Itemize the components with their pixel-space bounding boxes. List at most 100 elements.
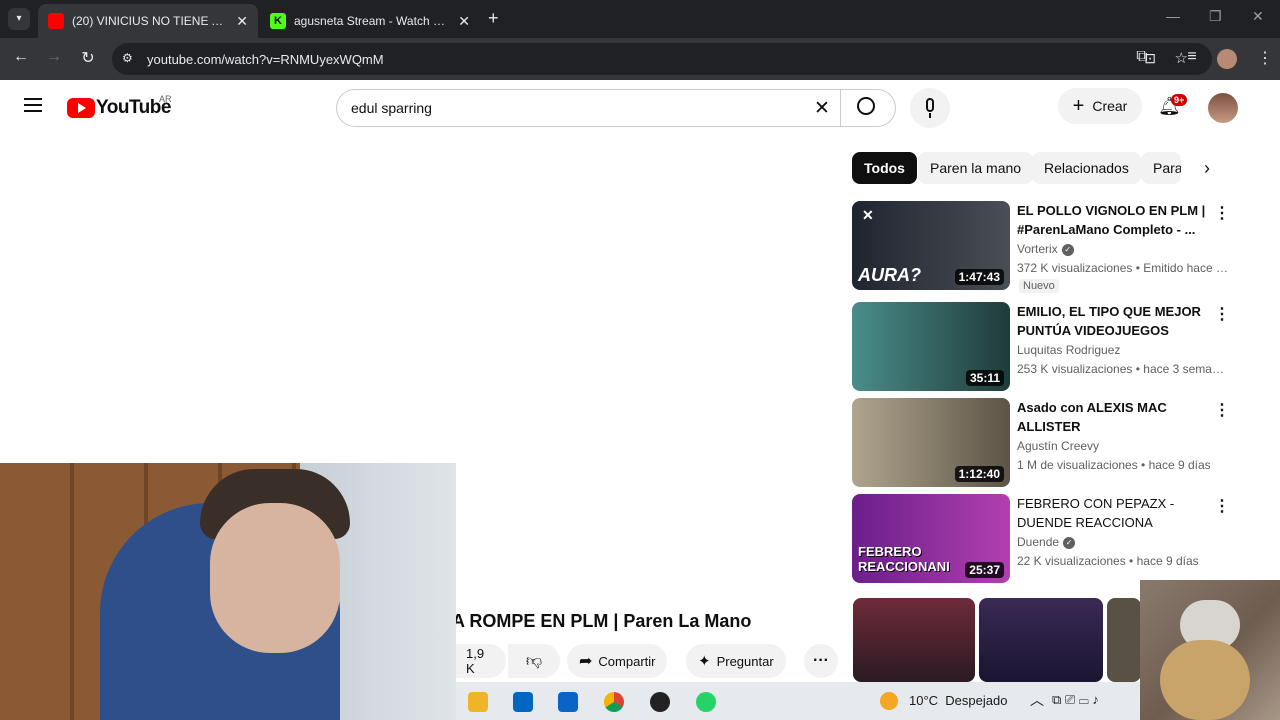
tray-icons[interactable]: ⧉ ⎚ ▭ ♪ (1052, 692, 1099, 708)
chip-paren-la-mano[interactable]: Paren la mano (918, 152, 1034, 184)
clear-search-icon[interactable]: ✕ (814, 97, 830, 120)
verified-icon: ✓ (1061, 243, 1074, 256)
video-stats: 372 K visualizaciones • Emitido hace 6 d… (1017, 261, 1229, 275)
profile-avatar[interactable] (1217, 49, 1237, 69)
youtube-favicon-icon (48, 13, 64, 29)
video-duration: 1:47:43 (954, 269, 1004, 285)
search-divider (840, 90, 841, 126)
short-thumbnail[interactable] (1107, 598, 1141, 682)
cheetah-cam-overlay (1140, 580, 1280, 720)
share-label: Compartir (598, 653, 656, 669)
media-control-icon[interactable]: ≡ (1181, 48, 1203, 66)
moon-weather-icon (880, 692, 898, 710)
verified-icon: ✓ (1063, 536, 1076, 549)
obs-icon[interactable] (650, 692, 670, 712)
video-stats: 1 M de visualizaciones • hace 9 días (1017, 458, 1211, 472)
related-video[interactable]: 1:12:40 Asado con ALEXIS MAC ALLISTER Ag… (852, 398, 1232, 488)
minimize-icon[interactable]: — (1166, 8, 1180, 24)
thumbs-down-icon: 👎︎ (525, 652, 543, 670)
url-text: youtube.com/watch?v=RNMUyexWQmM (147, 51, 384, 67)
thumb-caption: AURA? (858, 265, 921, 285)
short-thumbnail[interactable] (853, 598, 975, 682)
hamburger-menu-icon[interactable] (24, 98, 42, 112)
more-options-icon[interactable]: ⋮ (1214, 304, 1230, 324)
dislike-button[interactable]: 👎︎ (508, 644, 560, 678)
chip-todos[interactable]: Todos (852, 152, 917, 184)
more-options-icon[interactable]: ⋮ (1214, 400, 1230, 420)
search-input[interactable]: edul sparring (337, 100, 895, 116)
channel-name[interactable]: Luquitas Rodriguez (1017, 343, 1120, 357)
video-stats: 253 K visualizaciones • hace 3 semanas (1017, 362, 1229, 376)
more-options-icon[interactable]: ⋮ (1214, 496, 1230, 516)
chevron-up-icon[interactable]: ︿ (1030, 690, 1044, 710)
chip-scroll-next[interactable]: › (1186, 152, 1236, 184)
create-button[interactable]: + Crear (1058, 88, 1142, 124)
close-tab-icon[interactable]: ✕ (458, 13, 470, 30)
extensions-icon[interactable]: ⧉ (1131, 48, 1153, 66)
video-thumbnail[interactable]: FEBRERO REACCIONANI 25:37 (852, 494, 1010, 583)
related-video[interactable]: ✕ AURA? 1:47:43 EL POLLO VIGNOLO EN PLM … (852, 201, 1232, 293)
search-icon[interactable] (857, 97, 875, 115)
chip-relacionados[interactable]: Relacionados (1032, 152, 1141, 184)
region-code: AR (159, 94, 172, 104)
outlook-icon[interactable] (558, 692, 578, 712)
video-main-title: A ROMPE EN PLM | Paren La Mano (452, 611, 752, 631)
video-title[interactable]: EL POLLO VIGNOLO EN PLM | #ParenLaMano C… (1017, 201, 1212, 239)
tab-youtube-video[interactable]: (20) VINICIUS NO TIENE AURA? ✕ (38, 4, 258, 38)
video-duration: 1:12:40 (954, 466, 1004, 482)
video-stats: 22 K visualizaciones • hace 9 días (1017, 554, 1199, 568)
restore-icon[interactable]: ❐ (1209, 8, 1222, 25)
short-thumbnail[interactable] (979, 598, 1103, 682)
channel-label: Duende (1017, 535, 1060, 549)
kick-favicon-icon: K (270, 13, 286, 29)
thumb-caption: FEBRERO REACCIONANI (858, 544, 950, 574)
like-count[interactable]: 1,9 K (456, 644, 506, 678)
browser-tab-strip: ▾ (20) VINICIUS NO TIENE AURA? ✕ K agusn… (0, 0, 1280, 38)
tab-search-button[interactable]: ▾ (8, 8, 30, 30)
video-thumbnail[interactable]: ✕ AURA? 1:47:43 (852, 201, 1010, 290)
more-actions-icon[interactable]: ··· (804, 644, 838, 678)
share-arrow-icon: ➦ (579, 653, 593, 670)
search-box[interactable]: edul sparring ✕ (336, 89, 896, 127)
streamer-webcam-overlay (0, 463, 456, 720)
channel-label: Vorterix (1017, 242, 1058, 256)
more-options-icon[interactable]: ⋮ (1214, 203, 1230, 223)
youtube-logo-icon[interactable] (67, 98, 95, 118)
related-video[interactable]: FEBRERO REACCIONANI 25:37 FEBRERO CON PE… (852, 494, 1232, 584)
notifications-badge: 9+ (1171, 94, 1188, 106)
weather-text[interactable]: 10°C Despejado (909, 693, 1007, 708)
chevron-right-icon: › (1204, 158, 1210, 178)
ask-button[interactable]: ✦ Preguntar (686, 644, 786, 678)
windows-taskbar: 10°C Despejado ︿ ⧉ ⎚ ▭ ♪ (456, 682, 1140, 720)
channel-name[interactable]: Agustín Creevy (1017, 439, 1099, 453)
whatsapp-icon[interactable] (696, 692, 716, 712)
video-thumbnail[interactable]: 35:11 (852, 302, 1010, 391)
browser-menu-icon[interactable]: ⋮ (1254, 48, 1276, 68)
voice-search-button[interactable] (910, 88, 950, 128)
account-avatar[interactable] (1208, 93, 1238, 123)
close-window-icon[interactable]: ✕ (1252, 8, 1264, 25)
chip-para[interactable]: Para (1141, 152, 1181, 184)
video-thumbnail[interactable]: 1:12:40 (852, 398, 1010, 487)
reload-icon[interactable]: ↻ (77, 48, 99, 68)
microsoft-store-icon[interactable] (513, 692, 533, 712)
tab-kick-stream[interactable]: K agusneta Stream - Watch Live o ✕ (260, 4, 480, 38)
channel-name[interactable]: Duende ✓ (1017, 535, 1076, 549)
chrome-icon[interactable] (604, 692, 624, 712)
related-video[interactable]: 35:11 EMILIO, EL TIPO QUE MEJOR PUNTÚA V… (852, 302, 1232, 392)
address-bar[interactable]: ⚙ youtube.com/watch?v=RNMUyexWQmM ⊡ ☆ (112, 43, 1212, 75)
youtube-header: YouTube AR edul sparring ✕ + Crear 🔔︎ 9+ (0, 80, 1280, 136)
back-icon[interactable]: ← (10, 48, 32, 66)
video-duration: 25:37 (965, 562, 1004, 578)
close-tab-icon[interactable]: ✕ (236, 13, 248, 30)
video-title[interactable]: FEBRERO CON PEPAZX - DUENDE REACCIONA (1017, 494, 1212, 532)
new-tab-button[interactable]: + (488, 8, 499, 29)
video-title[interactable]: Asado con ALEXIS MAC ALLISTER (1017, 398, 1212, 436)
site-info-icon[interactable]: ⚙ (122, 51, 133, 65)
share-button[interactable]: ➦ Compartir (567, 644, 668, 678)
forward-icon[interactable]: → (43, 48, 65, 66)
video-title[interactable]: EMILIO, EL TIPO QUE MEJOR PUNTÚA VIDEOJU… (1017, 302, 1212, 340)
create-label: Crear (1092, 98, 1128, 114)
file-explorer-icon[interactable] (468, 692, 488, 712)
channel-name[interactable]: Vorterix ✓ (1017, 242, 1074, 256)
